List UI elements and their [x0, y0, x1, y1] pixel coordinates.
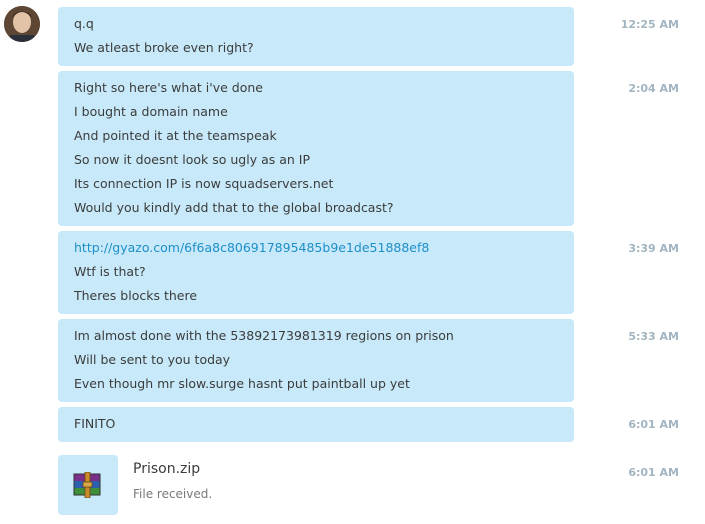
message-text: Its connection IP is now squadservers.ne…	[74, 176, 334, 191]
message-text: So now it doesnt look so ugly as an IP	[74, 152, 310, 167]
contact-avatar[interactable]	[4, 6, 40, 42]
message-bubble[interactable]: q.q We atleast broke even right?	[58, 7, 574, 66]
message-timestamp: 6:01 AM	[628, 418, 679, 431]
message-text: q.q	[74, 16, 94, 31]
message-bubble[interactable]: Right so here's what i've done I bought …	[58, 71, 574, 226]
message-text: Right so here's what i've done	[74, 80, 263, 95]
message-text: Im almost done with the 53892173981319 r…	[74, 328, 454, 343]
message-text: Even though mr slow.surge hasnt put pain…	[74, 376, 410, 391]
message-timestamp: 12:25 AM	[620, 18, 679, 31]
message-text: And pointed it at the teamspeak	[74, 128, 277, 143]
avatar-image	[4, 6, 40, 42]
message-bubble[interactable]: http://gyazo.com/6f6a8c806917895485b9e1d…	[58, 231, 574, 314]
message-bubble[interactable]: FINITO	[58, 407, 574, 442]
message-timestamp: 3:39 AM	[628, 242, 679, 255]
message-text: Wtf is that?	[74, 264, 146, 279]
file-transfer-tile[interactable]	[58, 455, 118, 515]
message-text: Theres blocks there	[74, 288, 198, 303]
message-text: Will be sent to you today	[74, 352, 231, 367]
message-bubble[interactable]: Im almost done with the 53892173981319 r…	[58, 319, 574, 402]
winrar-archive-icon	[73, 472, 101, 498]
message-text: FINITO	[74, 416, 116, 431]
message-text: Would you kindly add that to the global …	[74, 200, 394, 215]
file-name[interactable]: Prison.zip	[133, 461, 200, 477]
message-text: We atleast broke even right?	[74, 40, 254, 55]
message-link[interactable]: http://gyazo.com/6f6a8c806917895485b9e1d…	[74, 239, 558, 263]
message-text: I bought a domain name	[74, 104, 228, 119]
message-timestamp: 6:01 AM	[628, 466, 679, 479]
file-status: File received.	[133, 487, 213, 501]
chat-history: q.q We atleast broke even right? 12:25 A…	[0, 0, 705, 524]
message-timestamp: 5:33 AM	[628, 330, 679, 343]
message-timestamp: 2:04 AM	[628, 82, 679, 95]
